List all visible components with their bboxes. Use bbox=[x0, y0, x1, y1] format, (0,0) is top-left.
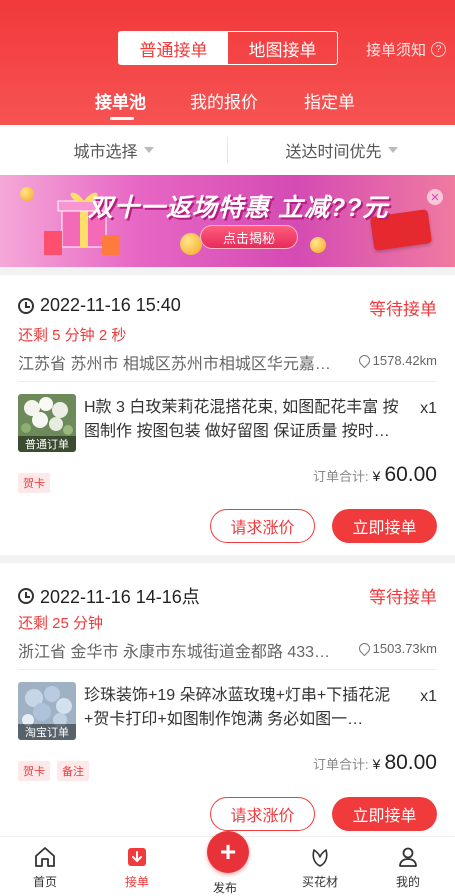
product-thumbnail[interactable]: 普通订单 bbox=[18, 394, 76, 452]
order-time-text: 2022-11-16 14-16点 bbox=[40, 587, 200, 607]
order-notice-label: 接单须知 bbox=[366, 42, 427, 59]
distance-text: 1578.42km bbox=[372, 353, 437, 368]
order-icon bbox=[128, 848, 146, 866]
delivery-address: 浙江省 金华市 永康市东城街道金都路 433… bbox=[18, 644, 331, 661]
clock-icon bbox=[18, 297, 34, 314]
mode-switch: 普通接单 地图接单 bbox=[118, 31, 338, 65]
home-icon bbox=[35, 847, 55, 867]
banner-title-text: 双十一返场特惠 立减 bbox=[88, 194, 330, 222]
tag-greeting-card: 贺卡 bbox=[18, 761, 50, 781]
quantity: x1 bbox=[420, 400, 437, 417]
location-pin-icon bbox=[356, 640, 372, 657]
city-filter[interactable]: 城市选择 bbox=[0, 138, 227, 162]
thumbnail-label: 淘宝订单 bbox=[18, 724, 76, 740]
sort-filter-label: 送达时间优先 bbox=[285, 144, 382, 161]
nav-profile[interactable]: 我的 bbox=[378, 845, 438, 890]
accept-order-button[interactable]: 立即接单 bbox=[332, 509, 437, 543]
order-status: 等待接单 bbox=[369, 588, 437, 607]
caret-down-icon bbox=[387, 147, 398, 153]
currency-symbol: ¥ bbox=[372, 468, 381, 484]
nav-home[interactable]: 首页 bbox=[15, 845, 75, 890]
banner-reveal-button[interactable]: 点击揭秘 bbox=[200, 225, 298, 249]
banner-title-suffix: ??元 bbox=[329, 194, 389, 222]
nav-buy-flowers-label: 买花材 bbox=[301, 875, 338, 889]
tag-greeting-card: 贺卡 bbox=[18, 473, 50, 493]
distance-text: 1503.73km bbox=[372, 641, 437, 656]
order-time-text: 2022-11-16 15:40 bbox=[40, 295, 181, 315]
delivery-address: 江苏省 苏州市 相城区苏州市相城区华元嘉… bbox=[18, 356, 331, 373]
nav-home-label: 首页 bbox=[32, 875, 57, 889]
tab-bar: 接单池 我的报价 指定单 bbox=[0, 88, 455, 118]
caret-down-icon bbox=[143, 147, 154, 153]
active-tab-indicator bbox=[110, 117, 134, 120]
header: 普通接单 地图接单 接单须知 ? 接单池 我的报价 指定单 bbox=[0, 0, 455, 125]
order-notice-link[interactable]: 接单须知 ? bbox=[366, 39, 447, 60]
tag-list: 贺卡 备注 bbox=[18, 761, 89, 781]
total-amount: 60.00 bbox=[384, 463, 437, 486]
tab-order-pool[interactable]: 接单池 bbox=[95, 88, 146, 113]
quantity: x1 bbox=[420, 688, 437, 705]
nav-profile-label: 我的 bbox=[395, 875, 420, 889]
banner-title: 双十一返场特惠 立减??元 bbox=[88, 188, 389, 224]
question-circle-icon: ? bbox=[431, 42, 447, 57]
segment-map-order[interactable]: 地图接单 bbox=[228, 32, 337, 64]
order-time: 2022-11-16 15:40 bbox=[18, 295, 181, 316]
product-description: 珍珠装饰+19 朵碎冰蓝玫瑰+灯串+下插花泥+贺卡打印+如图制作饱满 务必如图一… bbox=[84, 687, 391, 728]
sort-filter[interactable]: 送达时间优先 bbox=[228, 138, 455, 162]
coin-decoration bbox=[180, 233, 202, 255]
tab-assigned[interactable]: 指定单 bbox=[304, 88, 355, 113]
coin-decoration bbox=[20, 187, 34, 201]
divider bbox=[18, 381, 437, 382]
request-raise-button[interactable]: 请求涨价 bbox=[210, 509, 315, 543]
location-pin-icon bbox=[356, 352, 372, 369]
city-filter-label: 城市选择 bbox=[73, 144, 138, 161]
total-label: 订单合计: bbox=[313, 757, 369, 772]
user-icon bbox=[399, 847, 417, 867]
total-label: 订单合计: bbox=[313, 469, 369, 484]
tag-list: 贺卡 bbox=[18, 473, 50, 493]
nav-publish-label[interactable]: 发布 bbox=[213, 879, 237, 896]
plus-icon[interactable]: + bbox=[207, 831, 249, 873]
thumbnail-label: 普通订单 bbox=[18, 436, 76, 452]
order-time: 2022-11-16 14-16点 bbox=[18, 583, 200, 609]
request-raise-button[interactable]: 请求涨价 bbox=[210, 797, 315, 831]
order-status: 等待接单 bbox=[369, 300, 437, 319]
filter-bar: 城市选择 送达时间优先 bbox=[0, 125, 455, 175]
order-total: 订单合计: ¥ 80.00 bbox=[313, 751, 437, 775]
remaining-time: 还剩 25 分钟 bbox=[18, 615, 104, 632]
coin-decoration bbox=[310, 237, 326, 253]
bottom-nav: 首页 接单 + 发布 买花材 我的 bbox=[0, 831, 455, 896]
order-card: 2022-11-16 15:40 等待接单 还剩 5 分钟 2 秒 江苏省 苏州… bbox=[0, 275, 455, 555]
nav-buy-flowers[interactable]: 买花材 bbox=[290, 845, 350, 890]
distance: 1578.42km bbox=[356, 352, 437, 369]
accept-order-button[interactable]: 立即接单 bbox=[332, 797, 437, 831]
tag-remark: 备注 bbox=[57, 761, 89, 781]
remaining-time: 还剩 5 分钟 2 秒 bbox=[18, 327, 127, 344]
clock-icon bbox=[18, 588, 34, 604]
segment-normal-order[interactable]: 普通接单 bbox=[119, 32, 228, 64]
tab-my-quotes[interactable]: 我的报价 bbox=[190, 88, 258, 113]
divider bbox=[18, 669, 437, 670]
total-amount: 80.00 bbox=[384, 751, 437, 774]
nav-orders-label: 接单 bbox=[124, 875, 149, 889]
promo-banner[interactable]: 双十一返场特惠 立减??元 点击揭秘 ✕ bbox=[0, 175, 455, 267]
flower-icon bbox=[312, 849, 328, 867]
order-card: 2022-11-16 14-16点 等待接单 还剩 25 分钟 浙江省 金华市 … bbox=[0, 563, 455, 836]
order-total: 订单合计: ¥ 60.00 bbox=[313, 463, 437, 487]
product-description: H款 3 白玫茉莉花混搭花束, 如图配花丰富 按图制作 按图包装 做好留图 保证… bbox=[84, 399, 399, 440]
nav-orders[interactable]: 接单 bbox=[107, 845, 167, 890]
currency-symbol: ¥ bbox=[372, 756, 381, 772]
product-thumbnail[interactable]: 淘宝订单 bbox=[18, 682, 76, 740]
distance: 1503.73km bbox=[356, 640, 437, 657]
close-icon[interactable]: ✕ bbox=[427, 189, 443, 205]
